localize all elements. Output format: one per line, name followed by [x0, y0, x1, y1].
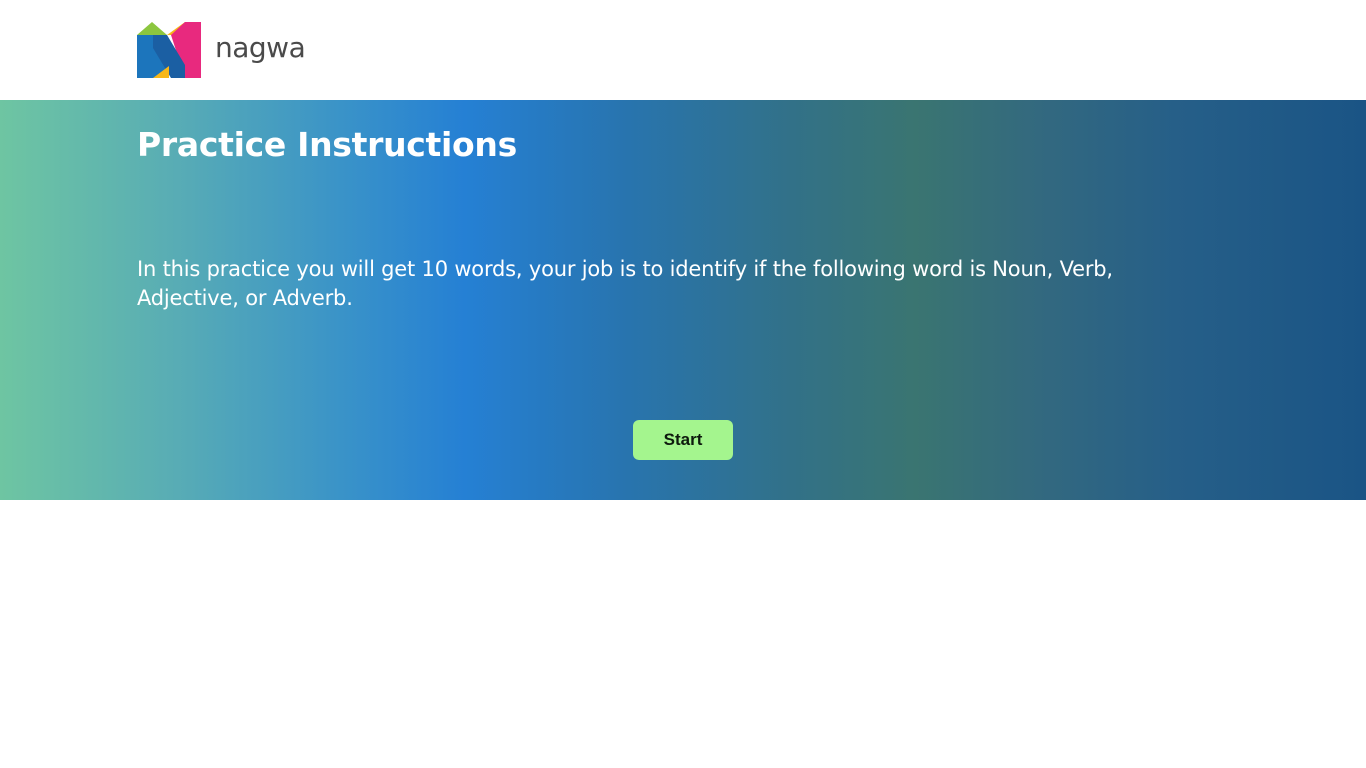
logo-link[interactable]: nagwa — [137, 22, 306, 78]
page-title: Practice Instructions — [137, 125, 517, 164]
site-header: nagwa — [0, 0, 1366, 100]
instructions-text: In this practice you will get 10 words, … — [137, 257, 1113, 310]
start-button[interactable]: Start — [633, 420, 733, 460]
logo-text: nagwa — [215, 31, 306, 64]
practice-instructions-panel: Practice Instructions In this practice y… — [0, 100, 1366, 500]
nagwa-logo-icon — [137, 22, 201, 78]
